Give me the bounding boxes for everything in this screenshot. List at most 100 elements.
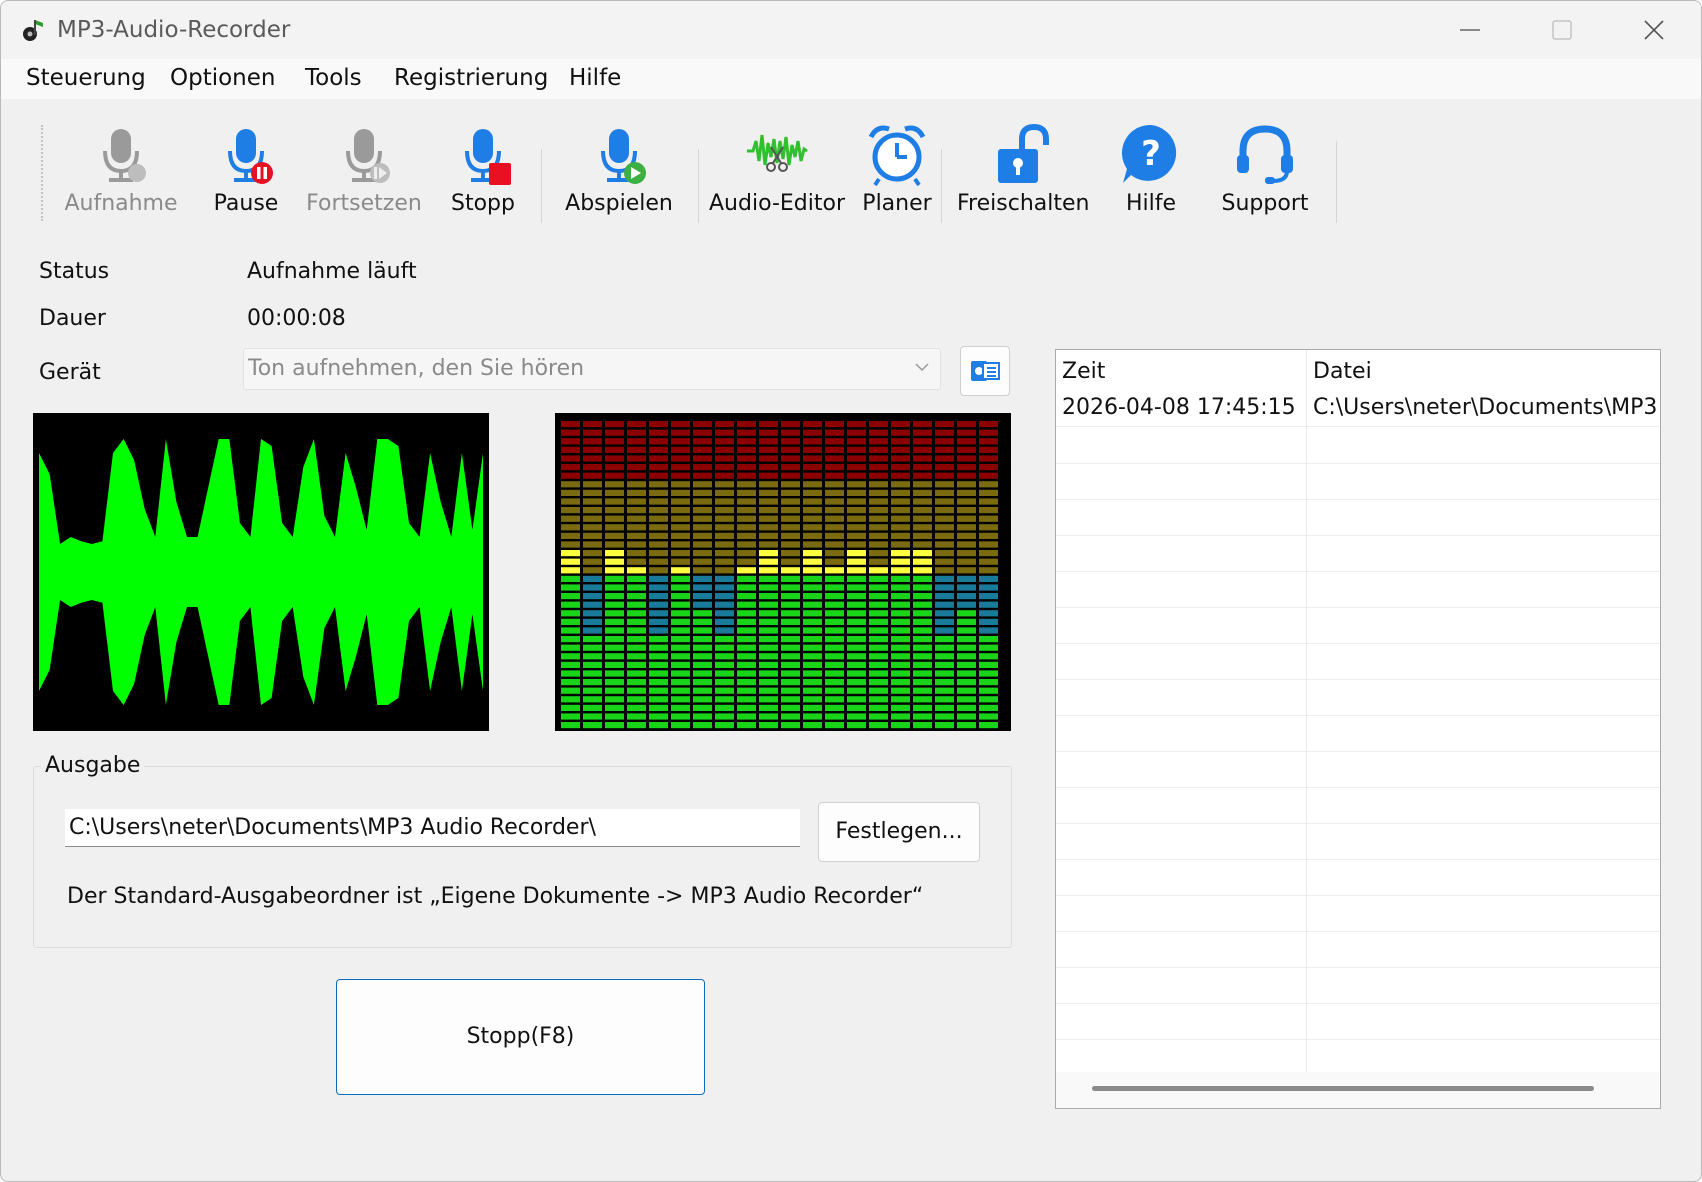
spectrum-segment	[957, 653, 976, 660]
spectrum-segment	[803, 498, 822, 505]
minimize-button[interactable]	[1435, 9, 1505, 51]
spectrum-segment	[803, 567, 822, 574]
spectrum-segment	[759, 610, 778, 617]
spectrum-segment	[979, 455, 998, 462]
resume-button[interactable]: Fortsetzen	[303, 121, 425, 221]
spectrum-segment	[891, 636, 910, 643]
device-dropdown[interactable]: Ton aufnehmen, den Sie hören	[243, 348, 941, 390]
spectrum-segment	[693, 687, 712, 694]
spectrum-segment	[583, 455, 602, 462]
spectrum-segment	[583, 507, 602, 514]
spectrum-segment	[561, 481, 580, 488]
spectrum-segment	[891, 704, 910, 711]
recordings-list[interactable]: Zeit Datei 2026-04-08 17:45:15 C:\Users\…	[1055, 349, 1661, 1109]
spectrum-segment	[935, 446, 954, 453]
spectrum-segment	[693, 550, 712, 557]
spectrum-segment	[979, 507, 998, 514]
help-toolbar-button[interactable]: ? Hilfe	[1113, 121, 1189, 221]
spectrum-segment	[957, 421, 976, 428]
maximize-button[interactable]	[1527, 9, 1597, 51]
menu-hilfe[interactable]: Hilfe	[569, 65, 621, 91]
spectrum-segment	[737, 661, 756, 668]
spectrum-segment	[803, 722, 822, 729]
menu-tools[interactable]: Tools	[305, 65, 362, 91]
menu-registrierung[interactable]: Registrierung	[394, 65, 548, 91]
menu-steuerung[interactable]: Steuerung	[26, 65, 146, 91]
spectrum-segment	[715, 696, 734, 703]
spectrum-segment	[759, 515, 778, 522]
spectrum-segment	[693, 429, 712, 436]
spectrum-segment	[583, 653, 602, 660]
spectrum-segment	[825, 636, 844, 643]
spectrum-segment	[737, 567, 756, 574]
spectrum-segment	[693, 438, 712, 445]
support-button[interactable]: Support	[1215, 121, 1315, 221]
spectrum-segment	[737, 627, 756, 634]
spectrum-segment	[847, 464, 866, 471]
status-value: Aufnahme läuft	[247, 259, 417, 284]
spectrum-segment	[803, 584, 822, 591]
spectrum-segment	[583, 567, 602, 574]
spectrum-segment	[913, 421, 932, 428]
audio-editor-button[interactable]: Audio-Editor	[707, 121, 847, 221]
menu-optionen[interactable]: Optionen	[170, 65, 276, 91]
toolbar-grip[interactable]	[41, 125, 43, 221]
spectrum-segment	[737, 472, 756, 479]
audio-editor-label: Audio-Editor	[709, 191, 845, 216]
spectrum-segment	[605, 558, 624, 565]
spectrum-segment	[737, 575, 756, 582]
spectrum-segment	[781, 704, 800, 711]
table-row[interactable]: 2026-04-08 17:45:15 C:\Users\neter\Docum…	[1056, 390, 1660, 427]
spectrum-segment	[825, 618, 844, 625]
spectrum-segment	[825, 515, 844, 522]
record-button[interactable]: Aufnahme	[61, 121, 181, 221]
stop-toolbar-button[interactable]: Stopp	[441, 121, 525, 221]
spectrum-segment	[957, 550, 976, 557]
output-path-input[interactable]	[65, 809, 800, 847]
spectrum-segment	[979, 584, 998, 591]
spectrum-segment	[935, 704, 954, 711]
close-button[interactable]	[1619, 9, 1689, 51]
column-header-zeit[interactable]: Zeit	[1062, 359, 1105, 384]
spectrum-segment	[979, 567, 998, 574]
pause-button[interactable]: Pause	[201, 121, 291, 221]
spectrum-segment	[957, 498, 976, 505]
spectrum-segment	[891, 438, 910, 445]
spectrum-segment	[825, 507, 844, 514]
play-button[interactable]: Abspielen	[557, 121, 681, 221]
spectrum-segment	[693, 575, 712, 582]
spectrum-segment	[561, 550, 580, 557]
spectrum-segment	[671, 679, 690, 686]
spectrum-segment	[671, 498, 690, 505]
spectrum-segment	[583, 429, 602, 436]
spectrum-segment	[781, 455, 800, 462]
spectrum-segment	[957, 438, 976, 445]
scheduler-button[interactable]: Planer	[857, 121, 937, 221]
unlock-button[interactable]: Freischalten	[957, 121, 1089, 221]
spectrum-segment	[583, 618, 602, 625]
horizontal-scrollbar[interactable]	[1056, 1072, 1660, 1108]
spectrum-segment	[715, 524, 734, 531]
spectrum-segment	[693, 421, 712, 428]
spectrum-segment	[649, 713, 668, 720]
spectrum-segment	[561, 524, 580, 531]
set-output-button[interactable]: Festlegen...	[818, 802, 980, 862]
spectrum-segment	[803, 661, 822, 668]
spectrum-segment	[715, 507, 734, 514]
spectrum-segment	[693, 446, 712, 453]
chevron-down-icon	[915, 363, 929, 372]
spectrum-segment	[649, 489, 668, 496]
stop-f8-button[interactable]: Stopp(F8)	[336, 979, 705, 1095]
spectrum-segment	[825, 722, 844, 729]
spectrum-segment	[913, 627, 932, 634]
spectrum-segment	[935, 489, 954, 496]
spectrum-segment	[649, 438, 668, 445]
device-settings-button[interactable]	[960, 346, 1010, 396]
spectrum-segment	[781, 515, 800, 522]
spectrum-segment	[781, 558, 800, 565]
scrollbar-thumb[interactable]	[1092, 1086, 1594, 1091]
spectrum-segment	[935, 584, 954, 591]
spectrum-segment	[825, 601, 844, 608]
spectrum-segment	[869, 464, 888, 471]
column-header-datei[interactable]: Datei	[1313, 359, 1372, 384]
